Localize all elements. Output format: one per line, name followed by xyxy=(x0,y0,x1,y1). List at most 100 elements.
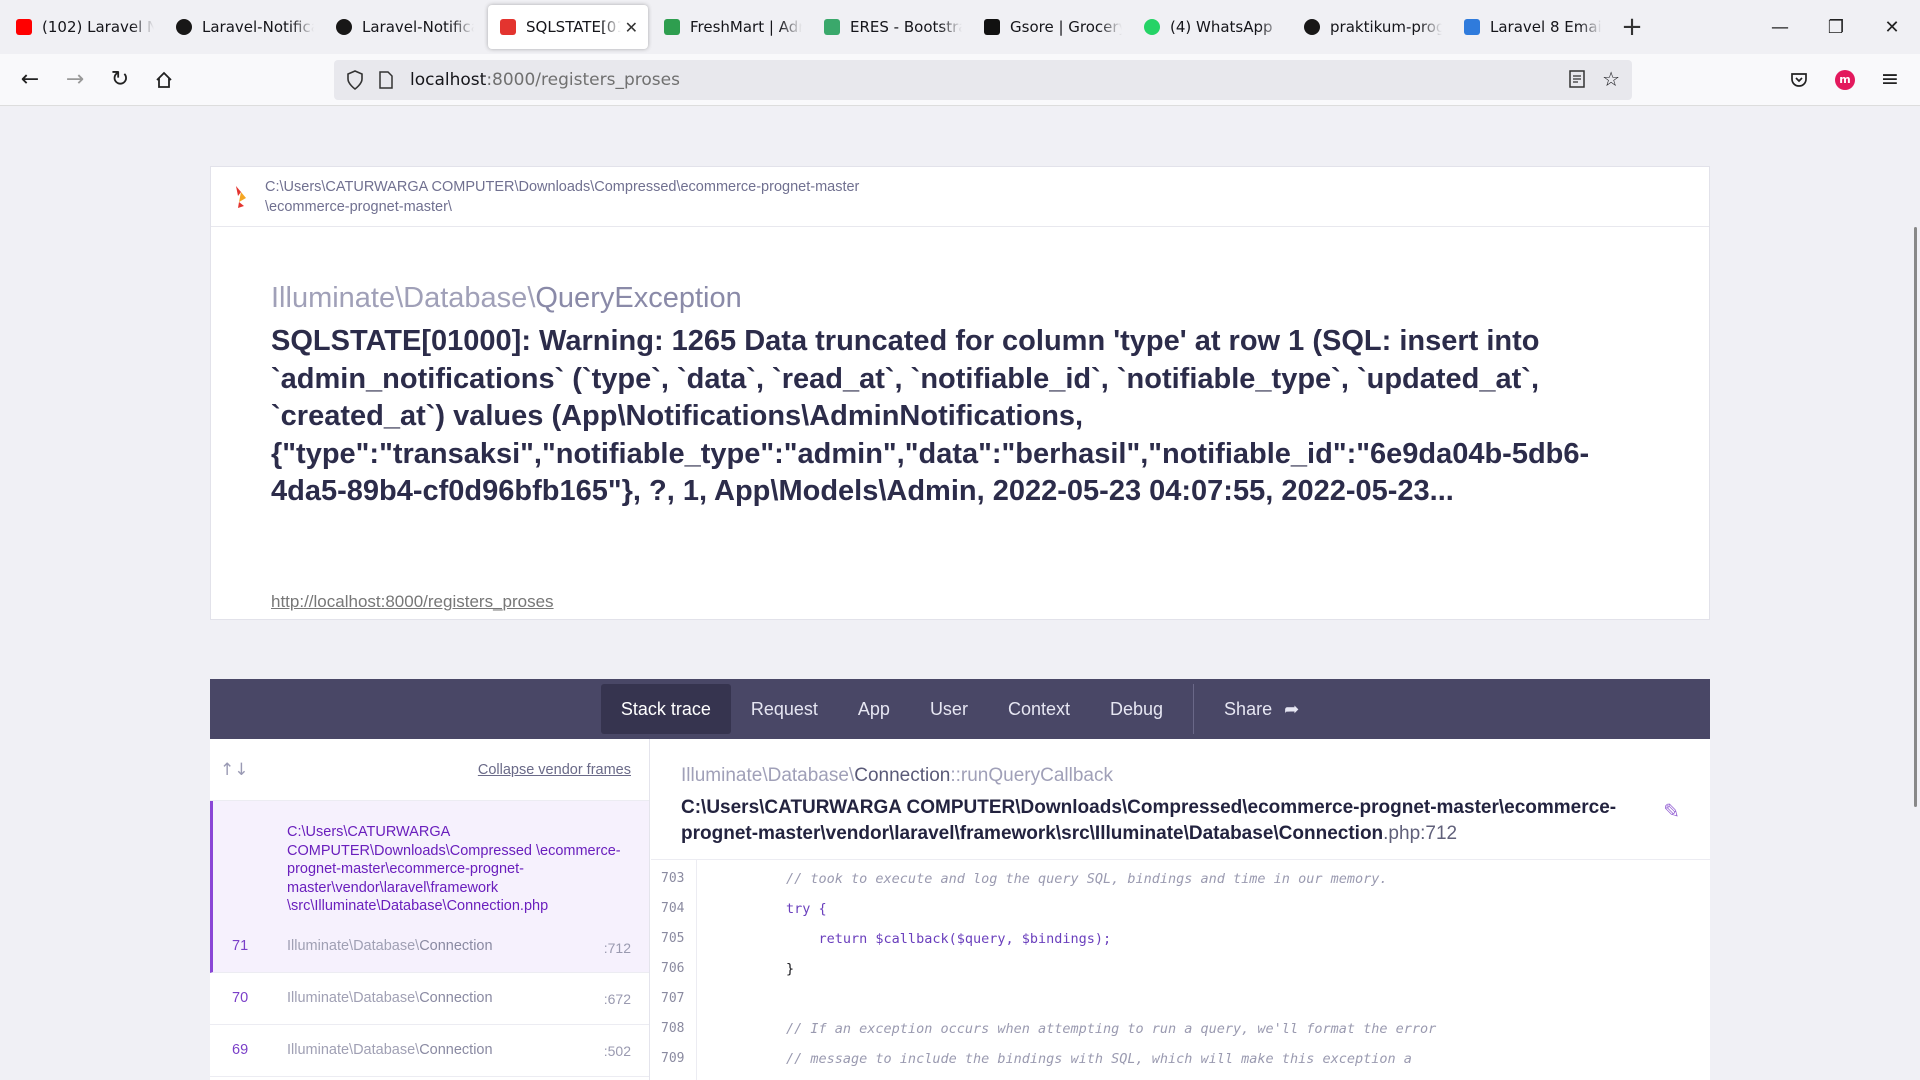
file-path: C:\Users\CATURWARGA COMPUTER\Downloads\C… xyxy=(681,797,1617,844)
close-window-button[interactable]: ✕ xyxy=(1864,0,1920,54)
browser-tab[interactable]: Gsore | Grocery a xyxy=(972,5,1132,49)
address-bar[interactable]: localhost:8000/registers_proses ☆ xyxy=(334,60,1632,100)
home-icon xyxy=(156,71,172,88)
tab-title: praktikum-progr xyxy=(1330,18,1442,36)
browser-tab[interactable]: FreshMart | Adm xyxy=(652,5,812,49)
line-number: 703 xyxy=(661,871,685,886)
tab-title: (102) Laravel No xyxy=(42,18,154,36)
bookmark-star-icon[interactable]: ☆ xyxy=(1602,67,1620,91)
tab-request[interactable]: Request xyxy=(731,684,838,734)
new-tab-button[interactable]: + xyxy=(1612,7,1652,47)
frame-class: Illuminate\Database\Connection xyxy=(287,1042,493,1058)
frame-number: 70 xyxy=(232,990,249,1006)
page-content: C:\Users\CATURWARGA COMPUTER\Downloads\C… xyxy=(0,107,1920,1080)
tab-title: Laravel 8 Email N xyxy=(1490,18,1602,36)
pocket-icon xyxy=(1791,72,1807,87)
exception-name: QueryException xyxy=(535,282,742,314)
page-scrollbar[interactable] xyxy=(1906,107,1920,1080)
laravel-ignition-icon xyxy=(498,17,518,37)
tab-strip: (102) Laravel No Laravel-Notificat Laravel… xyxy=(0,0,1920,54)
request-url-link[interactable]: http://localhost:8000/registers_proses xyxy=(271,592,554,612)
minimize-button[interactable]: — xyxy=(1752,0,1808,54)
project-path-line2: \ecommerce-prognet-master\ xyxy=(265,198,452,215)
frame-namespace: Illuminate\Database\ xyxy=(287,1042,420,1058)
browser-tab[interactable]: Laravel-Notificat xyxy=(164,5,324,49)
url-path: :8000/registers_proses xyxy=(486,70,680,90)
frame-file: Connection.php xyxy=(446,898,549,914)
collapse-vendor-frames-link[interactable]: Collapse vendor frames xyxy=(478,762,631,778)
tab-context[interactable]: Context xyxy=(988,684,1090,734)
url-host: localhost xyxy=(410,70,487,90)
frame-namespace: Illuminate\Database\ xyxy=(287,990,420,1006)
method-name: ::runQueryCallback xyxy=(950,765,1113,786)
tab-title: ERES - Bootstrap xyxy=(850,18,962,36)
browser-tab[interactable]: ERES - Bootstrap xyxy=(812,5,972,49)
code-line: 708 // If an exception occurs when attem… xyxy=(651,1014,1710,1044)
card-header: C:\Users\CATURWARGA COMPUTER\Downloads\C… xyxy=(211,167,1709,227)
freshmart-icon xyxy=(662,17,682,37)
shield-icon xyxy=(347,70,363,90)
code-text: // took to execute and log the query SQL… xyxy=(721,871,1388,887)
browser-tab[interactable]: SQLSTATE[0100✕ xyxy=(488,5,648,49)
arrow-down-icon[interactable]: ↓ xyxy=(234,760,248,780)
method-class: Connection xyxy=(854,765,951,786)
github-icon xyxy=(1302,17,1322,37)
frame-file-heading: C:\Users\CATURWARGA COMPUTER\Downloads\C… xyxy=(681,795,1631,847)
menu-button[interactable]: ≡ xyxy=(1868,58,1912,102)
tab-debug[interactable]: Debug xyxy=(1090,684,1183,734)
line-number: 708 xyxy=(661,1021,685,1036)
scrollbar-thumb[interactable] xyxy=(1914,227,1917,807)
tab-user[interactable]: User xyxy=(910,684,988,734)
share-button[interactable]: Share ➦ xyxy=(1204,684,1319,734)
tab-app[interactable]: App xyxy=(838,684,910,734)
frame-class: Illuminate\Database\Connection xyxy=(287,990,493,1006)
line-number: 706 xyxy=(661,961,685,976)
youtube-icon xyxy=(14,17,34,37)
code-line: 707 xyxy=(651,984,1710,1014)
frame-class-name: Connection xyxy=(419,990,493,1006)
forward-button[interactable]: → xyxy=(53,58,97,102)
browser-tab[interactable]: (102) Laravel No xyxy=(4,5,164,49)
reload-button[interactable]: ↻ xyxy=(98,58,142,102)
github-icon xyxy=(174,17,194,37)
pocket-button[interactable] xyxy=(1777,58,1821,102)
tab-title: Laravel-Notificat xyxy=(362,18,474,36)
forward-arrow-icon: → xyxy=(65,67,85,92)
code-line: 704 try { xyxy=(651,894,1710,924)
browser-tab[interactable]: (4) WhatsApp xyxy=(1132,5,1292,49)
frame-item[interactable]: 70 Illuminate\Database\Connection :672 xyxy=(210,973,649,1025)
tab-title: Gsore | Grocery a xyxy=(1010,18,1122,36)
line-number: 705 xyxy=(661,931,685,946)
exception-message: SQLSTATE[01000]: Warning: 1265 Data trun… xyxy=(271,325,1590,507)
frame-line: :502 xyxy=(603,1043,631,1059)
tab-stack-trace[interactable]: Stack trace xyxy=(600,684,731,734)
restore-button[interactable]: ❐ xyxy=(1808,0,1864,54)
reader-view-icon[interactable] xyxy=(1568,69,1586,94)
back-button[interactable]: ← xyxy=(8,58,52,102)
braces-icon xyxy=(1462,17,1482,37)
nav-divider xyxy=(1193,684,1195,734)
extension-button[interactable]: m xyxy=(1823,58,1867,102)
exception-card: C:\Users\CATURWARGA COMPUTER\Downloads\C… xyxy=(210,166,1710,620)
frame-class: Illuminate\Database\Connection xyxy=(287,938,493,954)
code-text: try { xyxy=(721,901,827,917)
frame-detail: Illuminate\Database\Connection::runQuery… xyxy=(651,739,1710,1080)
frame-file-path: C:\Users\CATURWARGA COMPUTER\Downloads\C… xyxy=(287,823,627,916)
arrow-up-icon[interactable]: ↑ xyxy=(220,760,234,780)
code-text: // If an exception occurs when attemptin… xyxy=(721,1021,1437,1037)
frame-navigation-arrows[interactable]: ↑↓ xyxy=(220,760,249,780)
reload-icon: ↻ xyxy=(110,67,130,92)
project-path-line1: C:\Users\CATURWARGA COMPUTER\Downloads\C… xyxy=(265,178,860,195)
frame-item[interactable]: 69 Illuminate\Database\Connection :502 xyxy=(210,1025,649,1077)
tab-title: FreshMart | Adm xyxy=(690,18,802,36)
tab-title: (4) WhatsApp xyxy=(1170,18,1273,36)
browser-tab[interactable]: Laravel-Notificat xyxy=(324,5,484,49)
frames-sidebar: ↑↓ Collapse vendor frames C:\Users\CATUR… xyxy=(210,739,650,1080)
browser-tab[interactable]: praktikum-progr xyxy=(1292,5,1452,49)
whatsapp-icon xyxy=(1142,17,1162,37)
edit-pencil-icon[interactable]: ✎ xyxy=(1663,799,1680,823)
frame-item-selected[interactable]: C:\Users\CATURWARGA COMPUTER\Downloads\C… xyxy=(210,801,649,973)
tab-close-icon[interactable]: ✕ xyxy=(625,18,638,37)
home-button[interactable] xyxy=(142,58,186,102)
browser-tab[interactable]: Laravel 8 Email N xyxy=(1452,5,1612,49)
